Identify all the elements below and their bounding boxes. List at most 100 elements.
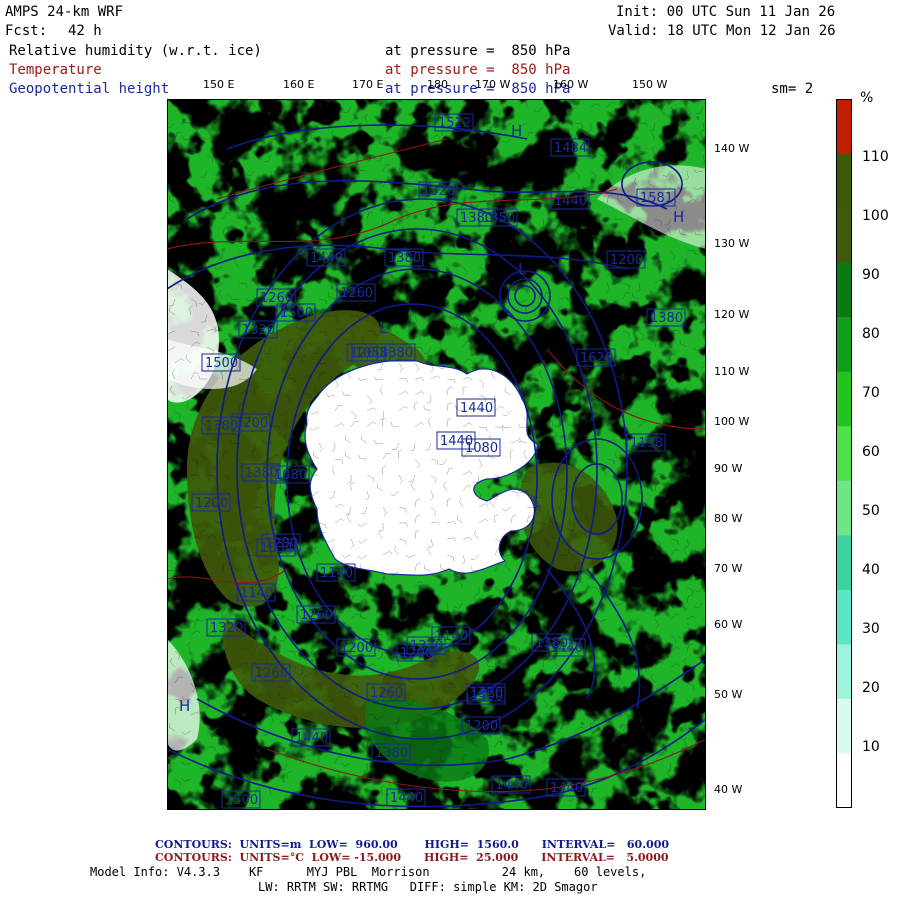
svg-text:1260: 1260 xyxy=(255,666,288,681)
height-contour-label: 1140 xyxy=(316,563,356,582)
height-contour-label: 1260 xyxy=(366,683,406,702)
svg-text:1320: 1320 xyxy=(242,323,275,338)
height-contour-label: 1512 xyxy=(434,113,474,132)
svg-text:1200: 1200 xyxy=(610,253,643,268)
colorbar-segment xyxy=(836,426,852,482)
lon-label-right: 80 W xyxy=(714,512,743,525)
svg-text:1198: 1198 xyxy=(630,436,663,451)
svg-text:1380: 1380 xyxy=(650,311,683,326)
forecast-hour: 42 h xyxy=(68,23,102,39)
svg-text:1320: 1320 xyxy=(422,184,455,199)
height-contour-label: 1260 xyxy=(256,288,296,307)
contours-height-info: CONTOURS: UNITS=m LOW= 960.00 HIGH= 1560… xyxy=(155,838,669,851)
height-contour-label: 1440 xyxy=(456,398,496,417)
colorbar-tick: 30 xyxy=(862,621,880,637)
svg-text:1200: 1200 xyxy=(195,496,228,511)
colorbar-segment xyxy=(836,317,852,373)
height-contour-label: 1260 xyxy=(251,663,291,682)
colorbar-segment xyxy=(836,753,852,808)
height-contour-label: 1198 xyxy=(626,433,666,452)
svg-text:1260: 1260 xyxy=(370,686,403,701)
svg-text:1440: 1440 xyxy=(554,194,587,209)
field-height-name: Geopotential height xyxy=(9,81,170,97)
svg-text:1620: 1620 xyxy=(580,351,613,366)
svg-text:1512: 1512 xyxy=(438,116,471,131)
height-contour-label: 1320 xyxy=(238,320,278,339)
height-contour-label: 1620 xyxy=(576,348,616,367)
colorbar-segment xyxy=(836,589,852,645)
svg-text:1058: 1058 xyxy=(355,346,388,361)
low-marker: L xyxy=(269,504,278,522)
height-contour-label: 1581 xyxy=(636,188,676,207)
colorbar-tick: 80 xyxy=(862,326,880,342)
high-marker: H xyxy=(511,122,522,140)
height-contour-label: 1380 xyxy=(371,743,411,762)
height-contour-label: 1200 xyxy=(606,250,646,269)
svg-text:1380: 1380 xyxy=(205,419,238,434)
svg-text:1350: 1350 xyxy=(482,211,515,226)
high-marker: H xyxy=(673,208,684,226)
field-temp-level: at pressure = 850 hPa xyxy=(385,62,571,78)
svg-text:1320: 1320 xyxy=(210,621,243,636)
height-contour-label: 1500 xyxy=(221,790,261,809)
colorbar-segment xyxy=(836,644,852,700)
lon-label-top: 150 E xyxy=(203,78,235,91)
svg-text:1484: 1484 xyxy=(554,141,587,156)
lon-label-top: 160 W xyxy=(553,78,589,91)
field-rh-name: Relative humidity (w.r.t. ice) xyxy=(9,43,262,59)
svg-text:1034: 1034 xyxy=(260,541,293,556)
colorbar-segment xyxy=(836,99,852,155)
height-contour-label: 1440 xyxy=(546,778,586,797)
high-marker: H xyxy=(179,697,190,715)
lon-label-right: 70 W xyxy=(714,562,743,575)
model-info-line1: Model Info: V4.3.3 KF MYJ PBL Morrison 2… xyxy=(90,865,647,879)
height-contour-label: 1200 xyxy=(396,643,436,662)
valid-time: Valid: 18 UTC Mon 12 Jan 26 xyxy=(608,23,836,39)
colorbar-tick: 40 xyxy=(862,562,880,578)
lon-label-right: 130 W xyxy=(714,237,750,250)
height-contour-label: 1500 xyxy=(276,303,316,322)
colorbar-tick: 10 xyxy=(862,739,880,755)
height-contour-label: 1320 xyxy=(206,618,246,637)
height-contour-label: 1440 xyxy=(550,191,590,210)
low-marker: L xyxy=(518,260,527,278)
height-contour-label: 1200 xyxy=(191,493,231,512)
colorbar-unit: % xyxy=(860,90,874,106)
height-contour-label: 1320 xyxy=(418,181,458,200)
svg-text:1140: 1140 xyxy=(320,566,353,581)
colorbar-segment xyxy=(836,698,852,754)
colorbar-tick: 60 xyxy=(862,444,880,460)
height-contour-label: 1380 xyxy=(531,633,571,652)
lon-label-right: 110 W xyxy=(714,365,750,378)
height-contour-label: 1380 xyxy=(384,248,424,267)
model-title: AMPS 24-km WRF xyxy=(5,4,124,20)
height-contour-label: 1140 xyxy=(236,583,276,602)
lon-label-right: 40 W xyxy=(714,783,743,796)
height-contour-label: 1380 xyxy=(201,416,241,435)
svg-text:1260: 1260 xyxy=(340,286,373,301)
svg-text:1500: 1500 xyxy=(225,793,258,808)
svg-text:1380: 1380 xyxy=(375,746,408,761)
svg-text:1380: 1380 xyxy=(245,466,278,481)
lon-label-right: 60 W xyxy=(714,618,743,631)
svg-text:1440: 1440 xyxy=(295,731,328,746)
height-contour-label: 1350 xyxy=(478,208,518,227)
lon-label-top: 150 W xyxy=(632,78,668,91)
height-contour-label: 1034 xyxy=(256,538,296,557)
height-contour-label: 1380 xyxy=(646,308,686,327)
svg-text:1440: 1440 xyxy=(550,781,583,796)
svg-text:1581: 1581 xyxy=(640,191,673,206)
colorbar-segment xyxy=(836,535,852,591)
low-marker: L xyxy=(379,319,388,337)
lon-label-top: 170 E xyxy=(352,78,384,91)
colorbar-tick: 110 xyxy=(862,149,889,165)
colorbar-tick: 100 xyxy=(862,208,889,224)
colorbar-segment xyxy=(836,480,852,536)
lon-label-right: 120 W xyxy=(714,308,750,321)
lon-label-right: 100 W xyxy=(714,415,750,428)
smoothing-label: sm= 2 xyxy=(771,81,814,97)
height-contour-label: 1200 xyxy=(461,716,501,735)
svg-text:1500: 1500 xyxy=(280,306,313,321)
svg-text:1260: 1260 xyxy=(300,608,333,623)
field-rh-level: at pressure = 850 hPa xyxy=(385,43,571,59)
